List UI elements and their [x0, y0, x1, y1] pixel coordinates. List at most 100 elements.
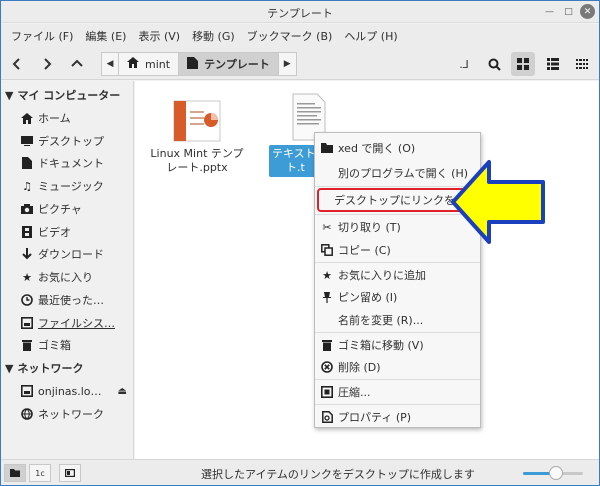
- trash-icon: [21, 339, 33, 351]
- sidebar-item-label: onjinas.lo…: [38, 384, 102, 398]
- menu-item-open-xed[interactable]: xed で開く (O): [315, 137, 480, 159]
- sidebar-item-label: ミュージック: [38, 180, 104, 193]
- breadcrumb-label: mint: [145, 57, 171, 71]
- drive-icon: [21, 317, 33, 329]
- film-icon: [21, 226, 33, 238]
- menu-item-rename[interactable]: 名前を変更 (R)...: [315, 309, 480, 331]
- window-controls: — □ ✕: [542, 4, 595, 19]
- sidebar-item-onjinas[interactable]: onjinas.lo… ⏏: [21, 381, 131, 401]
- up-icon[interactable]: [65, 52, 89, 76]
- hide-sidebar-icon[interactable]: [59, 464, 81, 482]
- sidebar-section-label: マイ コンピューター: [17, 89, 121, 102]
- menu-file[interactable]: ファイル (F): [5, 28, 79, 44]
- document-icon: [187, 56, 199, 72]
- star-icon: ★: [22, 270, 32, 284]
- menu-separator: [315, 379, 480, 380]
- sidebar-item-trash[interactable]: ゴミ箱: [21, 335, 131, 355]
- sidebar-item-home[interactable]: ホーム: [21, 108, 131, 128]
- breadcrumb-left-arrow-icon[interactable]: ◀: [101, 52, 119, 76]
- search-icon[interactable]: [482, 52, 506, 76]
- compact-view-icon[interactable]: [570, 52, 594, 76]
- file-item-pptx[interactable]: Linux Mint テンプ レート.pptx: [145, 99, 249, 175]
- sidebar-item-label: ビデオ: [38, 226, 71, 239]
- sidebar-item-network[interactable]: ネットワーク: [21, 404, 131, 424]
- menu-go[interactable]: 移動 (G): [186, 28, 241, 44]
- globe-icon: [21, 408, 33, 420]
- list-view-icon[interactable]: [541, 52, 565, 76]
- sidebar-item-label: ゴミ箱: [38, 339, 71, 352]
- sidebar-item-label: デスクトップ: [38, 135, 104, 148]
- camera-icon: [21, 203, 33, 215]
- menu-edit[interactable]: 編集 (E): [79, 28, 132, 44]
- properties-icon: [318, 411, 336, 423]
- scissors-icon: ✂: [322, 220, 332, 234]
- sidebar-item-downloads[interactable]: ダウンロード: [21, 244, 131, 264]
- toggle-location-icon[interactable]: .⅃: [452, 52, 476, 76]
- sidebar: ▼ マイ コンピューター ホーム デスクトップ ドキュメント ♫ ミュージック …: [1, 81, 134, 459]
- back-icon[interactable]: [5, 52, 29, 76]
- title-bar: テンプレート — □ ✕: [1, 1, 599, 23]
- home-icon: [127, 57, 139, 71]
- menu-item-delete[interactable]: 削除 (D): [315, 356, 480, 378]
- star-plus-icon: ★: [322, 268, 332, 282]
- sidebar-item-label: ダウンロード: [38, 248, 104, 261]
- sidebar-item-favorites[interactable]: ★ お気に入り: [21, 267, 131, 287]
- breadcrumb: ◀ mint テンプレート ▶: [101, 52, 297, 76]
- collapse-triangle-icon: ▼: [5, 88, 14, 102]
- menu-help[interactable]: ヘルプ (H): [338, 28, 403, 44]
- copy-icon: [318, 244, 336, 256]
- sidebar-section-network[interactable]: ▼ ネットワーク: [5, 358, 83, 378]
- sidebar-item-label: お気に入り: [38, 271, 93, 284]
- menu-separator: [315, 332, 480, 333]
- menu-bookmarks[interactable]: ブックマーク (B): [241, 28, 339, 44]
- sidebar-item-music[interactable]: ♫ ミュージック: [21, 176, 131, 196]
- zoom-slider-handle[interactable]: [549, 466, 563, 480]
- sidebar-item-label: 最近使った…: [38, 294, 104, 307]
- menu-item-properties[interactable]: プロパティ (P): [315, 406, 480, 428]
- eject-icon[interactable]: ⏏: [118, 386, 127, 397]
- file-name: Linux Mint テンプ レート.pptx: [150, 147, 244, 174]
- show-places-icon[interactable]: [4, 464, 26, 482]
- menu-view[interactable]: 表示 (V): [132, 28, 186, 44]
- sidebar-section-my-computer[interactable]: ▼ マイ コンピューター: [5, 85, 120, 105]
- menu-item-move-to-trash[interactable]: ゴミ箱に移動 (V): [315, 334, 480, 356]
- clock-icon: [21, 294, 33, 306]
- sidebar-item-label: ドキュメント: [38, 157, 104, 170]
- archive-icon: [318, 386, 336, 398]
- close-icon[interactable]: ✕: [580, 4, 595, 19]
- toolbar: ◀ mint テンプレート ▶ .⅃: [1, 48, 599, 80]
- music-icon: ♫: [22, 179, 32, 193]
- forward-icon[interactable]: [35, 52, 59, 76]
- menu-item-compress[interactable]: 圧縮...: [315, 381, 480, 403]
- menu-item-pin[interactable]: ピン留め (I): [315, 286, 480, 308]
- sidebar-item-documents[interactable]: ドキュメント: [21, 153, 131, 173]
- status-text: 選択したアイテムのリンクをデスクトップに作成します: [201, 468, 475, 481]
- trash-icon: [318, 339, 336, 351]
- breadcrumb-right-arrow-icon[interactable]: ▶: [278, 52, 297, 76]
- menu-item-add-favorite[interactable]: ★ お気に入りに追加: [315, 264, 480, 286]
- delete-icon: [318, 361, 336, 373]
- sidebar-item-filesystem[interactable]: ファイルシス…: [21, 313, 131, 333]
- presentation-file-icon: [173, 100, 221, 142]
- sidebar-item-label: ネットワーク: [38, 408, 104, 421]
- document-icon: [21, 157, 33, 169]
- status-bar: 1c 選択したアイテムのリンクをデスクトップに作成します: [1, 459, 599, 485]
- breadcrumb-item-mint[interactable]: mint: [119, 52, 180, 76]
- sidebar-item-pictures[interactable]: ピクチャ: [21, 199, 131, 219]
- breadcrumb-label: テンプレート: [204, 58, 270, 71]
- show-treeview-icon[interactable]: 1c: [29, 464, 51, 482]
- minimize-icon[interactable]: —: [542, 4, 557, 19]
- collapse-triangle-icon: ▼: [5, 361, 14, 375]
- maximize-icon[interactable]: □: [561, 4, 576, 19]
- desktop-icon: [21, 135, 33, 147]
- icon-view-icon[interactable]: [511, 52, 535, 76]
- folder-icon: [318, 143, 336, 153]
- sidebar-item-videos[interactable]: ビデオ: [21, 222, 131, 242]
- menu-separator: [315, 404, 480, 405]
- sidebar-item-desktop[interactable]: デスクトップ: [21, 131, 131, 151]
- download-icon: [21, 248, 33, 260]
- file-manager-window: テンプレート — □ ✕ ファイル (F) 編集 (E) 表示 (V) 移動 (…: [0, 0, 600, 486]
- sidebar-item-recent[interactable]: 最近使った…: [21, 290, 131, 310]
- breadcrumb-item-current[interactable]: テンプレート: [179, 52, 279, 76]
- window-title: テンプレート: [267, 7, 333, 20]
